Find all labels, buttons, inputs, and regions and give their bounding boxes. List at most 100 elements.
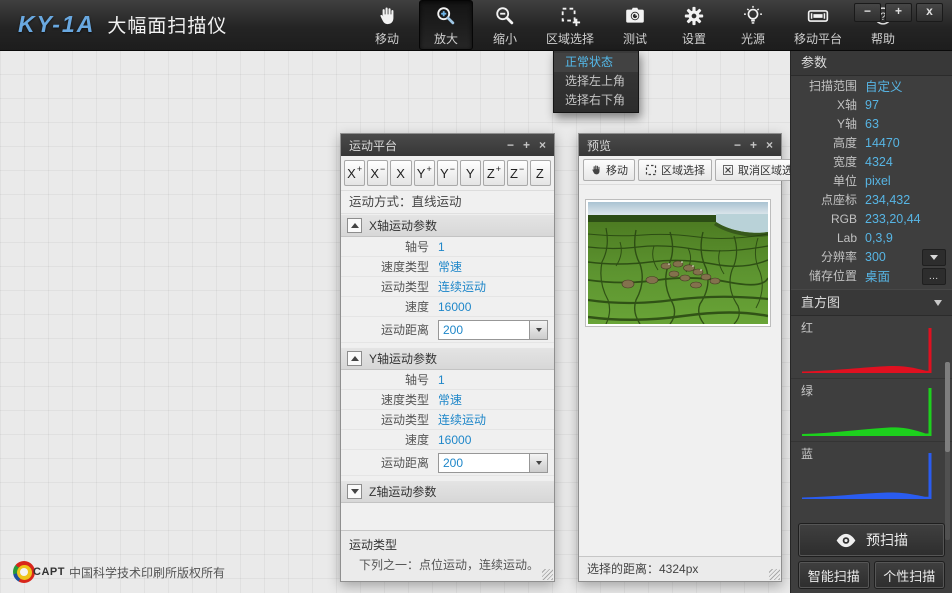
histogram-header-label: 直方图 [801, 295, 840, 310]
window-maximize-button[interactable]: + [885, 3, 912, 22]
toolbar-button-test[interactable]: 测试 [608, 0, 662, 50]
resize-grip[interactable] [542, 569, 553, 580]
param-value[interactable]: 常速 [438, 258, 462, 275]
param-label: 运动类型 [341, 278, 429, 295]
eye-icon [835, 533, 857, 548]
toolbar-button-zoom-in[interactable]: 放大 [419, 0, 473, 50]
axis-button-x[interactable]: X [390, 160, 411, 186]
param-label: 速度 [341, 431, 429, 448]
param-value: 234,432 [865, 193, 910, 207]
triangle-up-icon [351, 356, 359, 361]
preview-body [579, 185, 781, 556]
panel-minimize-button[interactable]: − [734, 139, 741, 151]
param-label: RGB [791, 212, 857, 226]
param-value[interactable]: 16000 [438, 300, 471, 314]
panel-close-button[interactable]: × [539, 139, 546, 151]
menu-item-normal-state[interactable]: 正常状态 [554, 53, 638, 72]
hand-icon [590, 164, 602, 176]
param-value[interactable]: 常速 [438, 391, 462, 408]
help-description: 下列之一：点位运动，连续运动。 [349, 556, 546, 573]
collapse-button[interactable] [347, 218, 362, 233]
capt-logo-icon [13, 561, 35, 583]
toolbar-button-move[interactable]: 移动 [360, 0, 414, 50]
collapse-button[interactable] [347, 484, 362, 499]
param-label: 高度 [791, 134, 857, 151]
toolbar-button-zoom-out[interactable]: 缩小 [478, 0, 532, 50]
panel-minimize-button[interactable]: − [507, 139, 514, 151]
param-rgb: RGB 233,20,44 [791, 209, 952, 228]
region-select-icon [645, 164, 657, 176]
preview-image[interactable] [585, 199, 771, 327]
histogram-header[interactable]: 直方图 [791, 289, 952, 316]
toolbar-button-region-select[interactable]: 区域选择 [537, 0, 603, 50]
combobox-dropdown-button[interactable] [529, 454, 547, 472]
collapse-button[interactable] [347, 351, 362, 366]
gear-icon [682, 4, 706, 28]
move-distance-combobox[interactable]: 200 [438, 453, 548, 473]
panel-maximize-button[interactable]: + [750, 139, 757, 151]
param-label: 运动距离 [341, 321, 429, 338]
preview-panel-titlebar[interactable]: 预览 − + × [579, 134, 781, 156]
browse-location-button[interactable]: … [922, 268, 946, 285]
param-label: 储存位置 [791, 267, 857, 284]
param-value: 4324 [865, 155, 893, 169]
zoom-out-icon [493, 4, 517, 28]
param-value[interactable]: 300 [865, 250, 886, 264]
prescan-button[interactable]: 预扫描 [799, 524, 944, 556]
axis-button-y-plus[interactable]: Y+ [414, 160, 435, 186]
param-height: 高度 14470 [791, 133, 952, 152]
toolbar-label: 帮助 [871, 30, 895, 47]
param-value: 14470 [865, 136, 900, 150]
axis-button-x-plus[interactable]: X+ [344, 160, 365, 186]
sidebar-scrollbar[interactable] [945, 362, 950, 540]
menu-item-select-top-left[interactable]: 选择左上角 [554, 72, 638, 91]
panel-maximize-button[interactable]: + [523, 139, 530, 151]
preview-button-label: 区域选择 [661, 162, 705, 178]
menu-item-select-bottom-right[interactable]: 选择右下角 [554, 91, 638, 110]
param-value[interactable]: 自定义 [865, 76, 903, 95]
axis-button-z-plus[interactable]: Z+ [483, 160, 504, 186]
param-value[interactable]: 1 [438, 240, 445, 254]
preview-move-button[interactable]: 移动 [583, 159, 635, 181]
toolbar-button-light-source[interactable]: 光源 [726, 0, 780, 50]
preview-statusbar: 选择的距离：4324px [579, 556, 781, 581]
combobox-value: 200 [439, 323, 529, 337]
histogram-red-plot [799, 323, 937, 375]
custom-scan-button[interactable]: 个性扫描 [875, 562, 945, 588]
axis-button-x-minus[interactable]: X− [367, 160, 388, 186]
toolbar-button-settings[interactable]: 设置 [667, 0, 721, 50]
motion-panel-titlebar[interactable]: 运动平台 − + × [341, 134, 554, 156]
resolution-dropdown-button[interactable] [922, 249, 946, 266]
region-select-icon [558, 4, 582, 28]
param-row-motion-type: 运动类型 连续运动 [341, 277, 554, 297]
toolbar-button-motion-platform[interactable]: 移动平台 [785, 0, 851, 50]
window-minimize-button[interactable]: − [854, 3, 881, 22]
resize-grip[interactable] [769, 569, 780, 580]
panel-close-button[interactable]: × [766, 139, 773, 151]
combobox-dropdown-button[interactable] [529, 321, 547, 339]
param-value[interactable]: 16000 [438, 433, 471, 447]
preview-button-label: 移动 [606, 162, 628, 178]
param-label: 轴号 [341, 238, 429, 255]
preview-panel: 预览 − + × 移动 区域选择 取消区域选择 [578, 133, 782, 582]
param-point-coord: 点座标 234,432 [791, 190, 952, 209]
param-row-axis-number: 轴号 1 [341, 237, 554, 257]
window-close-button[interactable]: x [916, 3, 943, 22]
param-value[interactable]: 连续运动 [438, 278, 486, 295]
axis-button-z-minus[interactable]: Z− [507, 160, 528, 186]
axis-button-y[interactable]: Y [460, 160, 481, 186]
main-toolbar: 移动 放大 缩小 区域选择 [360, 0, 910, 50]
axis-button-y-minus[interactable]: Y− [437, 160, 458, 186]
scrollbar-thumb[interactable] [945, 362, 950, 452]
axis-button-z[interactable]: Z [530, 160, 551, 186]
smart-scan-button[interactable]: 智能扫描 [799, 562, 869, 588]
param-label: 轴号 [341, 371, 429, 388]
param-value[interactable]: 连续运动 [438, 411, 486, 428]
preview-region-select-button[interactable]: 区域选择 [638, 159, 712, 181]
toolbar-label: 移动平台 [794, 30, 842, 47]
param-value[interactable]: 1 [438, 373, 445, 387]
app-title: 大幅面扫描仪 [107, 11, 227, 38]
move-distance-combobox[interactable]: 200 [438, 320, 548, 340]
param-value[interactable]: 桌面 [865, 266, 890, 285]
param-row-move-distance: 运动距离 200 [341, 450, 554, 476]
